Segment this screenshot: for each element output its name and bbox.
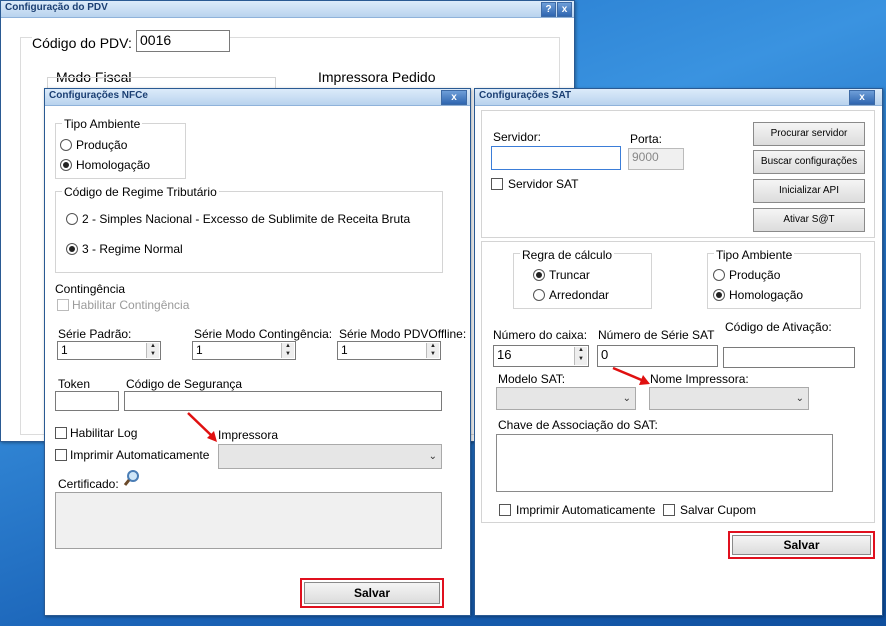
sat-homologacao-label: Homologação <box>729 288 804 302</box>
buscar-configuracoes-button[interactable]: Buscar configurações <box>753 150 865 174</box>
regime-simples-label: 2 - Simples Nacional - Excesso de Sublim… <box>82 212 411 226</box>
numero-caixa-stepper[interactable]: 16 ▲ ▼ <box>493 345 589 367</box>
porta-field[interactable]: 9000 <box>628 148 684 170</box>
serie-padrao-stepper[interactable]: 1 ▲ ▼ <box>57 341 161 360</box>
nfce-regime-group <box>55 191 443 273</box>
numero-serie-field[interactable]: 0 <box>597 345 718 367</box>
numero-caixa-label: Número do caixa: <box>493 328 588 342</box>
arredondar-label: Arredondar <box>549 288 610 302</box>
close-icon[interactable]: x <box>557 2 572 17</box>
sat-title: Configurações SAT <box>479 90 572 101</box>
servidor-field[interactable] <box>491 146 621 170</box>
imprimir-auto-label: Imprimir Automaticamente <box>70 448 210 462</box>
habilitar-contingencia-checkbox[interactable] <box>57 299 69 311</box>
servidor-label: Servidor: <box>493 130 542 144</box>
nfce-homologacao-radio[interactable] <box>60 159 72 171</box>
chave-associacao-label: Chave de Associação do SAT: <box>498 418 658 432</box>
impressora-pedido-label: Impressora Pedido <box>318 69 436 85</box>
sat-close-icon[interactable]: x <box>849 90 875 105</box>
serie-contingencia-label: Série Modo Contingência: <box>194 327 333 341</box>
seguranca-field[interactable] <box>124 391 442 411</box>
numero-serie-label: Número de Série SAT <box>598 328 715 342</box>
nfce-salvar-button[interactable]: Salvar <box>304 582 440 604</box>
imprimir-auto-checkbox[interactable] <box>55 449 67 461</box>
nfce-producao-radio[interactable] <box>60 139 72 151</box>
chevron-down-icon: ⌄ <box>795 392 804 404</box>
magnifier-icon[interactable] <box>123 469 141 487</box>
servidor-sat-label: Servidor SAT <box>508 177 579 191</box>
inicializar-api-button[interactable]: Inicializar API <box>753 179 865 203</box>
serie-contingencia-spin[interactable]: ▲ ▼ <box>281 343 294 358</box>
sat-homologacao-radio[interactable] <box>713 289 725 301</box>
sat-window: Configurações SAT x Servidor: Porta: 900… <box>474 88 883 616</box>
red-arrow-nfce <box>187 412 217 442</box>
sat-salvar-button[interactable]: Salvar <box>732 535 871 555</box>
pdv-title: Configuração do PDV <box>5 2 108 13</box>
certificado-field[interactable] <box>55 492 442 549</box>
sat-imprimir-auto-checkbox[interactable] <box>499 504 511 516</box>
modelo-sat-label: Modelo SAT: <box>498 372 566 386</box>
codigo-ativacao-label: Código de Ativação: <box>725 320 832 334</box>
red-arrow-sat <box>612 366 650 385</box>
nfce-window: Configurações NFCe x Tipo Ambiente Produ… <box>44 88 471 616</box>
nfce-homologacao-label: Homologação <box>76 158 151 172</box>
habilitar-contingencia-label: Habilitar Contingência <box>72 298 190 312</box>
regime-normal-label: 3 - Regime Normal <box>82 242 183 256</box>
regime-simples-radio[interactable] <box>66 213 78 225</box>
porta-label: Porta: <box>630 132 663 146</box>
truncar-label: Truncar <box>549 268 590 282</box>
token-field[interactable] <box>55 391 119 411</box>
codigo-ativacao-field[interactable] <box>723 347 855 368</box>
serie-offline-value: 1 <box>341 343 348 357</box>
sat-producao-radio[interactable] <box>713 269 725 281</box>
serie-padrao-value: 1 <box>61 343 68 357</box>
truncar-radio[interactable] <box>533 269 545 281</box>
pdv-titlebar: Configuração do PDV ? x <box>1 1 574 18</box>
ativar-sat-button[interactable]: Ativar S@T <box>753 208 865 232</box>
habilitar-log-label: Habilitar Log <box>70 426 138 440</box>
token-label: Token <box>58 377 91 391</box>
chevron-down-icon: ⌄ <box>428 450 437 462</box>
procurar-servidor-button[interactable]: Procurar servidor <box>753 122 865 146</box>
numero-caixa-spin[interactable]: ▲ ▼ <box>574 347 587 365</box>
impressora-label: Impressora <box>218 428 279 442</box>
nfce-close-icon[interactable]: x <box>441 90 467 105</box>
nome-impressora-dropdown[interactable]: ⌄ <box>649 387 809 410</box>
codigo-pdv-label: Código do PDV: <box>32 35 136 51</box>
serie-offline-stepper[interactable]: 1 ▲ ▼ <box>337 341 441 360</box>
chave-associacao-field[interactable] <box>496 434 833 492</box>
seguranca-label: Código de Segurança <box>126 377 243 391</box>
nfce-regime-label: Código de Regime Tributário <box>62 185 219 199</box>
nfce-producao-label: Produção <box>76 138 128 152</box>
sat-imprimir-auto-label: Imprimir Automaticamente <box>516 503 656 517</box>
regime-normal-radio[interactable] <box>66 243 78 255</box>
regra-calculo-label: Regra de cálculo <box>520 248 615 262</box>
serie-contingencia-value: 1 <box>196 343 203 357</box>
codigo-pdv-field[interactable]: 0016 <box>136 30 230 52</box>
serie-contingencia-stepper[interactable]: 1 ▲ ▼ <box>192 341 296 360</box>
certificado-label: Certificado: <box>58 477 119 491</box>
salvar-cupom-checkbox[interactable] <box>663 504 675 516</box>
nfce-titlebar: Configurações NFCe x <box>45 89 470 106</box>
modelo-sat-dropdown[interactable]: ⌄ <box>496 387 636 410</box>
serie-offline-spin[interactable]: ▲ ▼ <box>426 343 439 358</box>
nfce-tipo-ambiente-label: Tipo Ambiente <box>62 117 143 131</box>
contingencia-label: Contingência <box>55 282 126 296</box>
nome-impressora-label: Nome Impressora: <box>650 372 749 386</box>
habilitar-log-checkbox[interactable] <box>55 427 67 439</box>
salvar-cupom-label: Salvar Cupom <box>680 503 757 517</box>
servidor-sat-checkbox[interactable] <box>491 178 503 190</box>
serie-offline-label: Série Modo PDVOffline: <box>339 327 467 341</box>
serie-padrao-label: Série Padrão: <box>58 327 132 341</box>
sat-titlebar: Configurações SAT x <box>475 89 882 106</box>
numero-caixa-value: 16 <box>497 347 512 362</box>
help-icon[interactable]: ? <box>541 2 556 17</box>
nfce-title: Configurações NFCe <box>49 90 148 101</box>
impressora-dropdown[interactable]: ⌄ <box>218 444 442 469</box>
arredondar-radio[interactable] <box>533 289 545 301</box>
serie-padrao-spin[interactable]: ▲ ▼ <box>146 343 159 358</box>
chevron-down-icon: ⌄ <box>622 392 631 404</box>
sat-tipo-ambiente-label: Tipo Ambiente <box>714 248 795 262</box>
sat-producao-label: Produção <box>729 268 781 282</box>
